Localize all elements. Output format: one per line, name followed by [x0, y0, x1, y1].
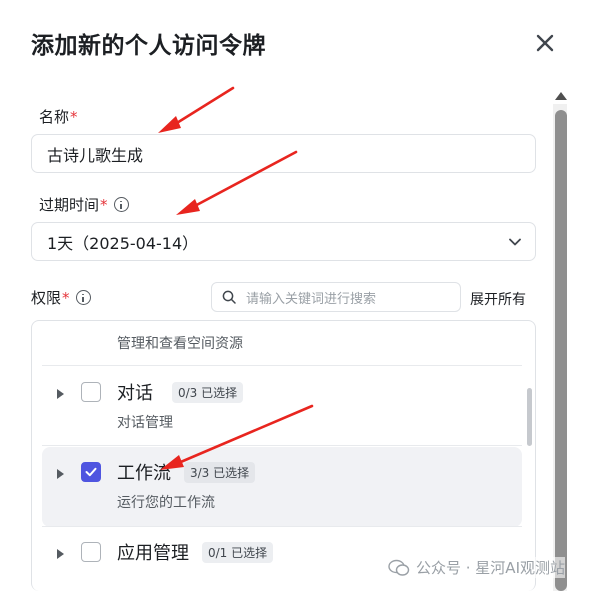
required-mark: *	[62, 288, 70, 307]
expand-caret-icon[interactable]	[57, 549, 64, 559]
wechat-icon	[388, 559, 410, 576]
divider	[42, 365, 522, 366]
permission-list-scrollbar[interactable]	[527, 388, 532, 446]
permission-row-workflow: 工作流 3/3 已选择 运行您的工作流	[42, 447, 522, 527]
permission-search-input[interactable]: 请输入关键词进行搜索	[211, 282, 461, 312]
expand-all-button[interactable]: 展开所有	[470, 289, 526, 309]
dialog-scrollbar-thumb[interactable]	[555, 110, 567, 591]
required-mark: *	[100, 195, 108, 214]
expand-caret-icon[interactable]	[57, 389, 64, 399]
permission-description: 对话管理	[117, 415, 173, 431]
expiry-select[interactable]: 1天（2025-04-14）	[31, 222, 536, 261]
permission-checkbox[interactable]	[81, 462, 101, 482]
close-button[interactable]	[530, 28, 560, 58]
required-mark: *	[70, 107, 78, 126]
permission-checkbox[interactable]	[81, 542, 101, 562]
chevron-down-icon	[509, 238, 521, 246]
selection-count-badge: 0/3 已选择	[172, 382, 244, 403]
name-label-text: 名称	[39, 108, 70, 126]
permission-checkbox[interactable]	[81, 382, 101, 402]
permissions-label: 权限 *	[31, 287, 91, 308]
add-access-token-dialog: 添加新的个人访问令牌 名称 * 古诗儿歌生成 过期时间 * 1天（2025-04-1…	[0, 0, 600, 591]
expiry-select-value: 1天（2025-04-14）	[47, 233, 199, 253]
search-placeholder: 请输入关键词进行搜索	[246, 291, 377, 307]
checkmark-icon	[85, 467, 97, 477]
search-icon	[222, 290, 236, 304]
divider	[42, 445, 522, 446]
annotation-arrow-name	[158, 86, 235, 133]
selection-count-badge: 3/3 已选择	[184, 462, 256, 483]
watermark-text: 公众号 · 星河AI观测站	[416, 559, 565, 577]
permission-list: 管理和查看空间资源 对话 0/3 已选择 对话管理 工作流 3/3 已选择 运行…	[31, 320, 536, 591]
name-label: 名称 *	[39, 106, 78, 127]
permission-row-conversation: 对话 0/3 已选择 对话管理	[42, 367, 522, 447]
expand-caret-icon[interactable]	[57, 469, 64, 479]
permission-name: 工作流	[117, 463, 171, 484]
watermark: 公众号 · 星河AI观测站	[388, 557, 565, 578]
close-icon[interactable]	[530, 28, 560, 58]
name-input-value: 古诗儿歌生成	[47, 145, 144, 165]
expiry-label-text: 过期时间	[39, 196, 100, 214]
permission-name: 应用管理	[117, 543, 189, 564]
name-input[interactable]: 古诗儿歌生成	[31, 134, 536, 173]
permissions-label-text: 权限	[31, 289, 62, 307]
dialog-title: 添加新的个人访问令牌	[31, 33, 266, 59]
selection-count-badge: 0/1 已选择	[202, 542, 274, 563]
permission-description: 运行您的工作流	[117, 495, 215, 511]
scroll-up-arrow-icon[interactable]	[555, 92, 567, 100]
info-icon[interactable]	[75, 290, 91, 305]
expiry-label: 过期时间 *	[39, 194, 129, 215]
info-icon[interactable]	[113, 197, 129, 212]
permission-name: 对话	[117, 383, 153, 404]
permission-description: 管理和查看空间资源	[117, 336, 243, 352]
